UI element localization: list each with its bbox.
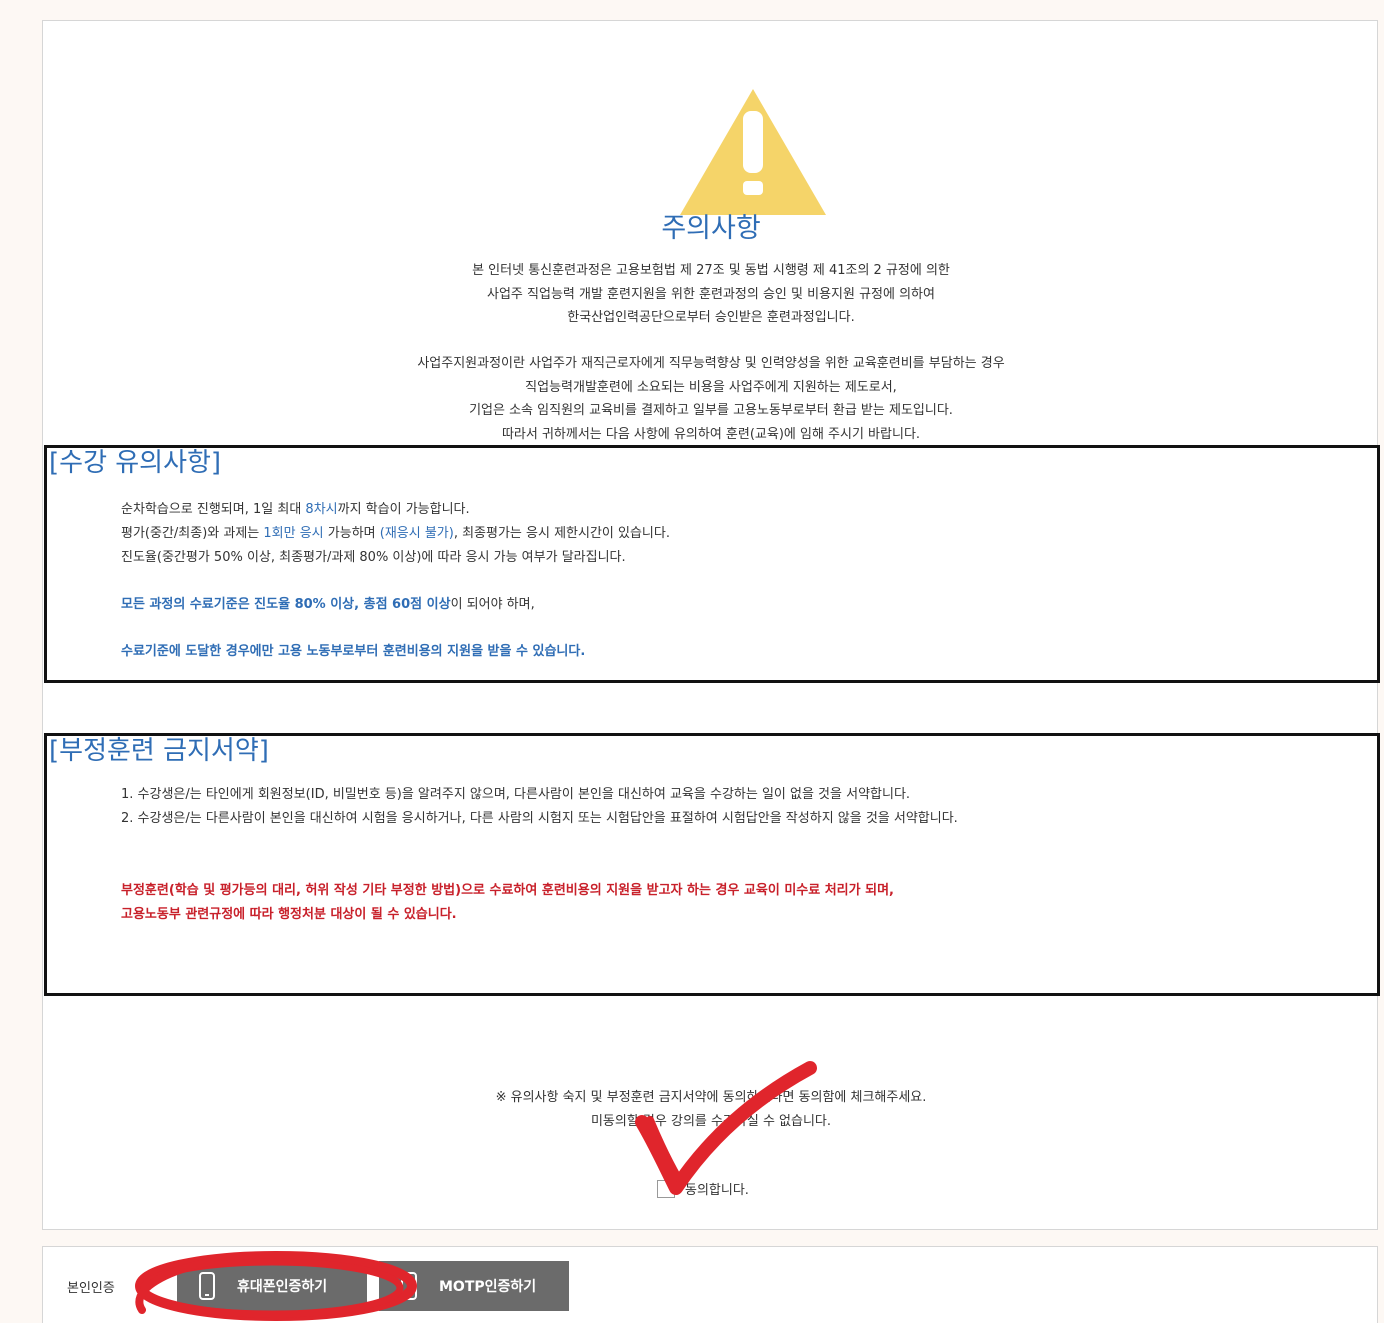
phone-icon xyxy=(199,1272,215,1300)
intro-paragraph-2: 사업주지원과정이란 사업주가 재직근로자에게 직무능력향상 및 인력양성을 위한… xyxy=(43,352,1379,446)
identity-verification-bar: 본인인증 휴대폰인증하기 MOTP인증하기 xyxy=(42,1246,1378,1323)
course-note-line: 순차학습으로 진행되며, 1일 최대 8차시까지 학습이 가능합니다. xyxy=(121,502,470,517)
consent-notice-line: ※ 유의사항 숙지 및 부정훈련 금지서약에 동의하셨다면 동의함에 체크해주세… xyxy=(495,1090,927,1105)
phone-auth-label: 휴대폰인증하기 xyxy=(237,1279,328,1295)
consent-notice: ※ 유의사항 숙지 및 부정훈련 금지서약에 동의하셨다면 동의함에 체크해주세… xyxy=(43,1086,1379,1134)
course-notes-box: [수강 유의사항] 순차학습으로 진행되며, 1일 최대 8차시까지 학습이 가… xyxy=(44,445,1380,683)
agree-checkbox-row[interactable]: 동의합니다. xyxy=(657,1179,749,1198)
course-note-line: 모든 과정의 수료기준은 진도율 80% 이상, 총점 60점 이상이 되어야 … xyxy=(121,597,535,612)
consent-notice-line: 미동의할 경우 강의를 수강하실 수 없습니다. xyxy=(590,1114,832,1129)
agree-label: 동의합니다. xyxy=(685,1183,749,1198)
phone-auth-button[interactable]: 휴대폰인증하기 xyxy=(177,1261,367,1311)
phone-icon xyxy=(401,1272,417,1300)
motp-auth-label: MOTP인증하기 xyxy=(439,1279,537,1295)
pledge-item: 2. 수강생은/는 다른사람이 본인을 대신하여 시험을 응시하거나, 다른 사… xyxy=(121,811,958,826)
pledge-warning: 고용노동부 관련규정에 따라 행정처분 대상이 될 수 있습니다. xyxy=(121,907,457,922)
course-note-line: 수료기준에 도달한 경우에만 고용 노동부로부터 훈련비용의 지원을 받을 수 … xyxy=(121,644,586,659)
pledge-item: 1. 수강생은/는 타인에게 회원정보(ID, 비밀번호 등)을 알려주지 않으… xyxy=(121,787,911,802)
agree-checkbox[interactable] xyxy=(657,1179,675,1198)
page-title: 주의사항 xyxy=(661,213,761,244)
intro-line: 사업주 직업능력 개발 훈련지원을 위한 훈련과정의 승인 및 비용지원 규정에… xyxy=(487,286,935,302)
pledge-warning: 부정훈련(학습 및 평가등의 대리, 허위 작성 기타 부정한 방법)으로 수료… xyxy=(121,883,894,898)
intro-line: 본 인터넷 통신훈련과정은 고용보험법 제 27조 및 동법 시행령 제 41조… xyxy=(472,263,950,278)
course-notes-title: [수강 유의사항] xyxy=(49,448,222,478)
pledge-box: [부정훈련 금지서약] 1. 수강생은/는 타인에게 회원정보(ID, 비밀번호… xyxy=(44,733,1380,996)
intro-line: 기업은 소속 임직원의 교육비를 결제하고 일부를 고용노동부로부터 환급 받는… xyxy=(469,403,953,418)
intro-line: 사업주지원과정이란 사업주가 재직근로자에게 직무능력향상 및 인력양성을 위한… xyxy=(417,356,1005,371)
intro-paragraph-1: 본 인터넷 통신훈련과정은 고용보험법 제 27조 및 동법 시행령 제 41조… xyxy=(43,259,1379,330)
warning-icon xyxy=(680,89,826,215)
course-note-line: 평가(중간/최종)와 과제는 1회만 응시 가능하며 (재응시 불가), 최종평… xyxy=(121,526,670,541)
intro-line: 따라서 귀하께서는 다음 사항에 유의하여 훈련(교육)에 임해 주시기 바랍니… xyxy=(501,426,921,442)
auth-label: 본인인증 xyxy=(67,1281,115,1296)
course-notes-list: 순차학습으로 진행되며, 1일 최대 8차시까지 학습이 가능합니다. 평가(중… xyxy=(121,498,670,664)
intro-line: 한국산업인력공단으로부터 승인받은 훈련과정입니다. xyxy=(567,310,855,325)
pledge-list: 1. 수강생은/는 타인에게 회원정보(ID, 비밀번호 등)을 알려주지 않으… xyxy=(121,783,958,927)
pledge-title: [부정훈련 금지서약] xyxy=(49,736,269,766)
motp-auth-button[interactable]: MOTP인증하기 xyxy=(379,1261,569,1311)
course-note-line: 진도율(중간평가 50% 이상, 최종평가/과제 80% 이상)에 따라 응시 … xyxy=(121,550,626,565)
intro-line: 직업능력개발훈련에 소요되는 비용을 사업주에게 지원하는 제도로서, xyxy=(525,379,897,395)
